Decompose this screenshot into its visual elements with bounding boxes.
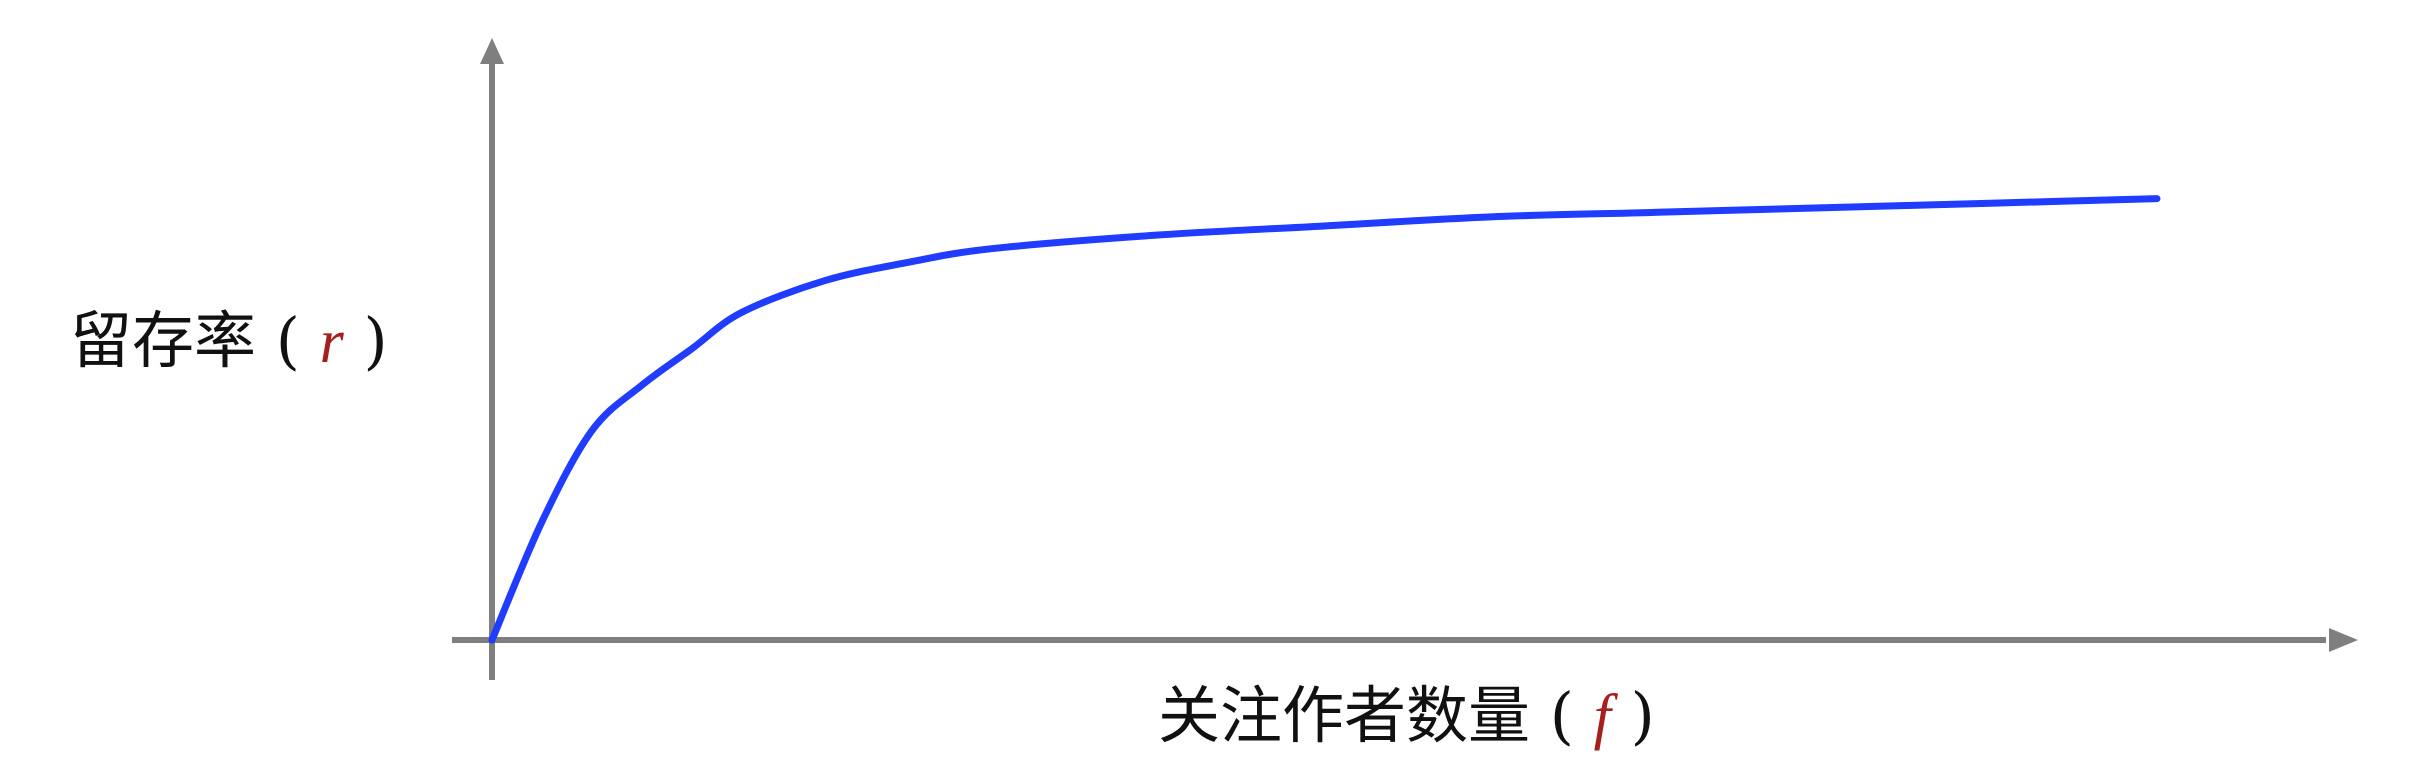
y-axis-label: 留存率 ( r ) bbox=[70, 304, 388, 377]
retention-curve bbox=[488, 195, 2161, 644]
chart: 留存率 ( r ) 关注作者数量 ( f ) bbox=[0, 0, 2426, 772]
x-axis-arrowhead bbox=[2329, 628, 2358, 652]
y-axis-label-text: 留存率 bbox=[70, 304, 256, 377]
axes bbox=[452, 38, 2358, 680]
x-axis-close-paren: ) bbox=[1631, 679, 1655, 752]
x-axis-label: 关注作者数量 ( f ) bbox=[1158, 679, 1655, 752]
x-axis-label-text: 关注作者数量 bbox=[1158, 679, 1530, 752]
retention-chart: 留存率 ( r ) 关注作者数量 ( f ) bbox=[70, 38, 2358, 752]
x-axis-open-paren: ( bbox=[1550, 679, 1574, 752]
y-axis-arrowhead bbox=[480, 38, 504, 64]
x-axis-variable: f bbox=[1594, 683, 1619, 751]
y-axis-variable: r bbox=[320, 308, 345, 376]
y-axis-close-paren: ) bbox=[364, 304, 388, 377]
curve-layer bbox=[488, 195, 2161, 644]
y-axis-open-paren: ( bbox=[276, 304, 300, 377]
